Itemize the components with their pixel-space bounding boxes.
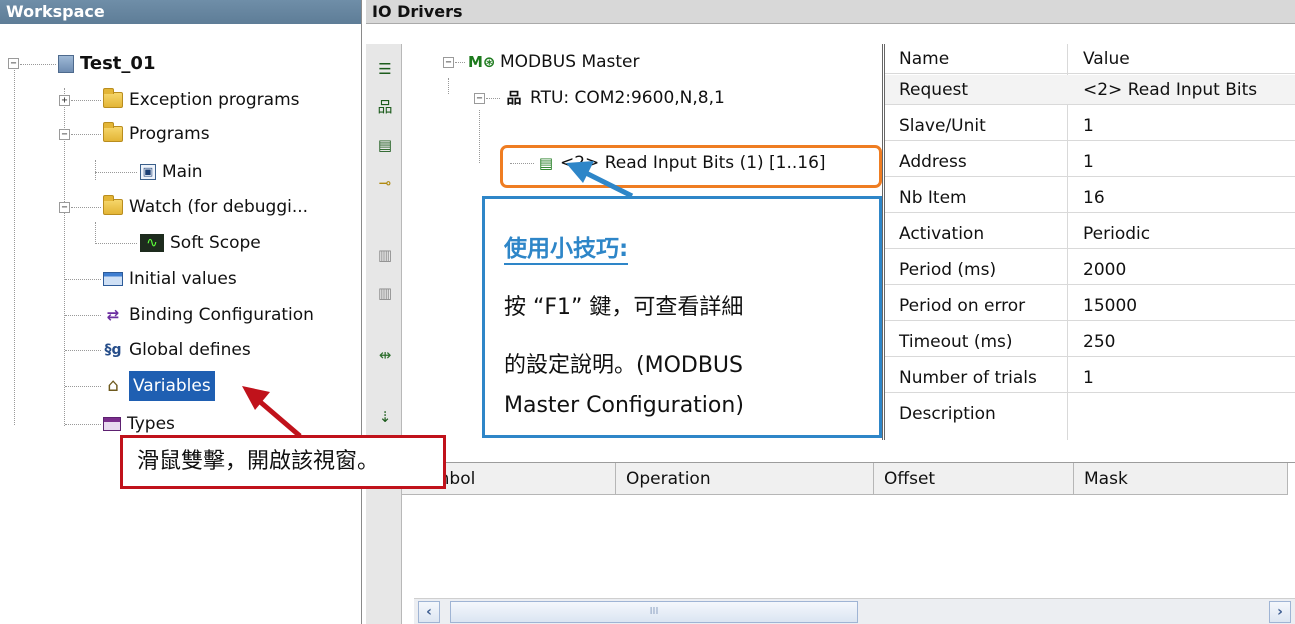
delete-row-button[interactable]: ▥ [374,282,396,304]
collapse-test01[interactable]: − [8,58,19,69]
property-row[interactable]: Timeout (ms) 250 [885,327,1295,357]
property-row[interactable]: Request <2> Read Input Bits [885,75,1295,105]
workspace-panel: Workspace − Test_01 + Exception programs… [0,0,362,624]
expand-exception-programs[interactable]: + [59,95,70,106]
collapse-modbus-master[interactable]: − [443,57,454,68]
tree-item-global-defines[interactable]: §g Global defines [103,335,250,365]
program-icon: ▣ [140,164,156,180]
tip-title: 使用小技巧: [504,235,629,265]
tree-connector [14,70,15,425]
property-grid: Name Value Request <2> Read Input Bits S… [882,44,1295,440]
tree-view-button[interactable]: ☰ [374,58,396,80]
insert-row-button[interactable]: ▥ [374,244,396,266]
scroll-right-button[interactable]: › [1269,601,1291,623]
column-header-offset[interactable]: Offset [874,463,1074,495]
property-row[interactable]: Address 1 [885,147,1295,177]
tree-item-initial-values[interactable]: Initial values [103,264,237,294]
property-row[interactable]: Period (ms) 2000 [885,255,1295,285]
tip-line-1: 按 “F1” 鍵，可查看詳細 [504,295,744,320]
folder-icon [103,195,123,215]
property-row[interactable]: Number of trials 1 [885,363,1295,393]
table-icon [103,272,123,286]
property-row[interactable]: Activation Periodic [885,219,1295,249]
property-grid-header: Name Value [885,44,1295,74]
workspace-title: Workspace [0,0,361,24]
collapse-watch[interactable]: − [59,202,70,213]
add-request-button[interactable]: ▤ [374,134,396,156]
tree-item-watch[interactable]: Watch (for debuggi... [103,192,308,222]
oscilloscope-icon: ∿ [140,234,164,252]
io-drivers-title: IO Drivers [366,0,1295,24]
tree-connector [95,160,96,180]
network-icon: 品 [506,89,522,107]
tree-item-exception-programs[interactable]: Exception programs [103,85,300,115]
folder-icon [103,88,123,108]
tip-callout: 使用小技巧: 按 “F1” 鍵，可查看詳細 的設定說明。(MODBUS Mast… [482,196,882,438]
collapse-rtu[interactable]: − [474,93,485,104]
request-highlight-box [500,145,882,188]
add-port-button[interactable]: 品 [374,96,396,118]
tree-connector [95,222,96,244]
tree-item-modbus-master[interactable]: M⊛ MODBUS Master [468,47,640,77]
folder-icon [103,122,123,142]
property-row[interactable]: Period on error 15000 [885,291,1295,321]
double-click-callout: 滑鼠雙擊，開啟該視窗。 [120,435,446,489]
global-defines-icon: §g [104,342,122,358]
column-header-mask[interactable]: Mask [1074,463,1288,495]
tree-item-rtu[interactable]: 品 RTU: COM2:9600,N,8,1 [504,83,724,113]
property-row[interactable]: Slave/Unit 1 [885,111,1295,141]
home-icon: ⌂ [107,375,119,396]
project-icon [58,55,74,73]
collapse-programs[interactable]: − [59,129,70,140]
tree-item-binding-configuration[interactable]: ⇄ Binding Configuration [103,300,314,330]
modbus-master-icon: M⊛ [468,53,496,71]
scroll-thumb[interactable]: III [450,601,858,623]
types-icon [103,417,121,431]
property-row[interactable]: Nb Item 16 [885,183,1295,213]
property-row[interactable]: Description [885,399,1295,429]
tip-line-2: 的設定說明。(MODBUS [504,353,743,378]
split-button[interactable]: ⇹ [374,344,396,366]
tree-item-test01[interactable]: Test_01 [58,49,155,79]
scroll-left-button[interactable]: ‹ [418,601,440,623]
tree-item-variables[interactable]: ⌂ Variables [103,371,215,401]
link-button[interactable]: ⊸ [374,172,396,194]
tree-item-soft-scope[interactable]: ∿ Soft Scope [140,228,261,258]
io-toolbar: ☰ 品 ▤ ⊸ ▥ ▥ ⇹ ⇣ [366,44,402,624]
tip-line-3: Master Configuration) [504,393,744,418]
tree-item-main[interactable]: ▣ Main [140,157,203,187]
binding-icon: ⇄ [106,306,120,324]
sort-button[interactable]: ⇣ [374,406,396,428]
horizontal-scrollbar[interactable]: ‹ III › [414,598,1295,624]
tree-item-programs[interactable]: Programs [103,119,210,149]
column-header-operation[interactable]: Operation [616,463,874,495]
